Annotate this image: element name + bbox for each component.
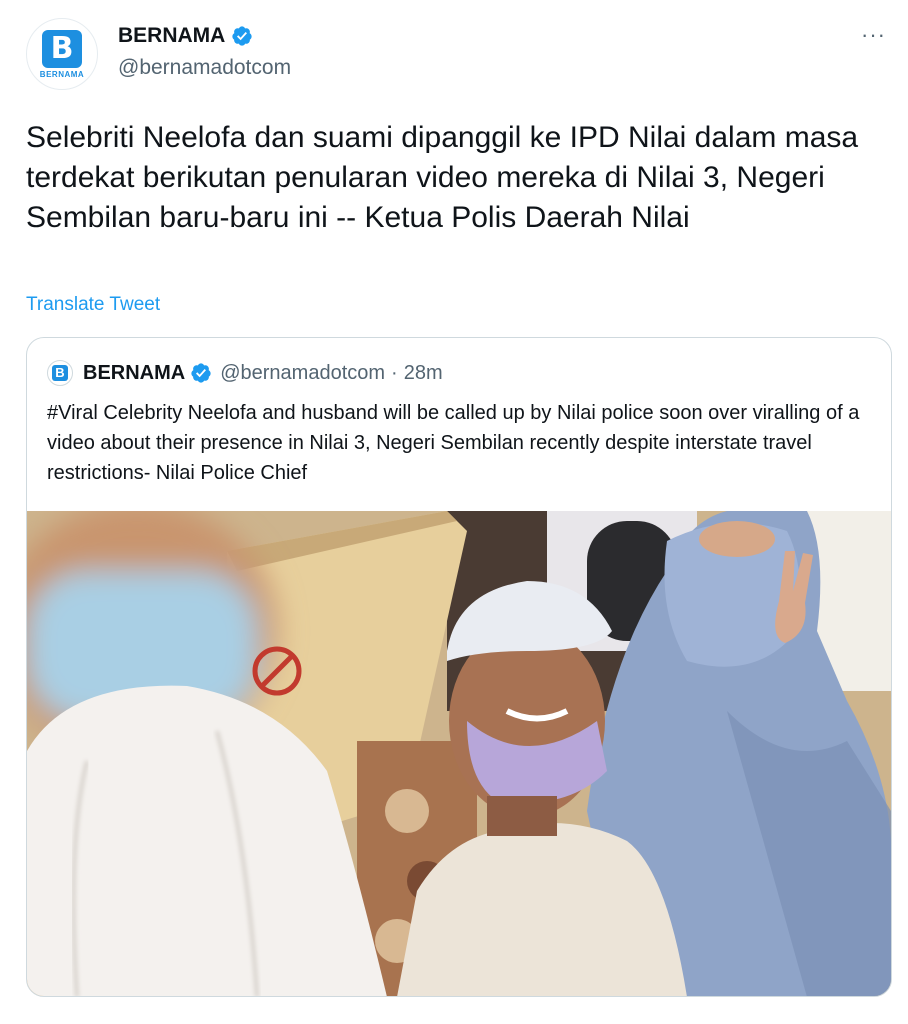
more-options-icon[interactable]: ··· xyxy=(861,22,886,48)
bernama-logo-icon: B xyxy=(52,365,68,381)
author-name-row[interactable]: BERNAMA xyxy=(118,24,253,48)
tweet-text: Selebriti Neelofa dan suami dipanggil ke… xyxy=(26,121,859,234)
verified-badge-icon xyxy=(191,363,211,383)
quoted-handle: @bernamadotcom xyxy=(220,361,386,384)
quoted-timestamp: 28m xyxy=(403,361,443,384)
quoted-photo[interactable] xyxy=(27,511,891,996)
author-display-name[interactable]: BERNAMA xyxy=(118,24,225,48)
translate-tweet-link[interactable]: Translate Tweet xyxy=(26,294,160,316)
author-avatar[interactable]: B BERNAMA xyxy=(26,18,98,90)
photo-illustration xyxy=(27,511,891,996)
verified-badge-icon xyxy=(232,26,252,46)
quoted-display-name: BERNAMA xyxy=(83,361,186,384)
quoted-tweet[interactable]: B BERNAMA @bernamadotcom · 28m #Viral Ce… xyxy=(26,337,892,997)
avatar-label: BERNAMA xyxy=(39,69,85,79)
quoted-header: B BERNAMA @bernamadotcom · 28m xyxy=(47,360,443,386)
quoted-text: #Viral Celebrity Neelofa and husband wil… xyxy=(47,402,860,484)
separator-dot: · xyxy=(391,361,398,384)
quoted-avatar: B xyxy=(47,360,73,386)
author-handle[interactable]: @bernamadotcom xyxy=(118,56,291,80)
bernama-logo-icon: B xyxy=(42,29,82,68)
tweet: B BERNAMA BERNAMA @bernamadotcom ··· Sel… xyxy=(0,0,908,1024)
